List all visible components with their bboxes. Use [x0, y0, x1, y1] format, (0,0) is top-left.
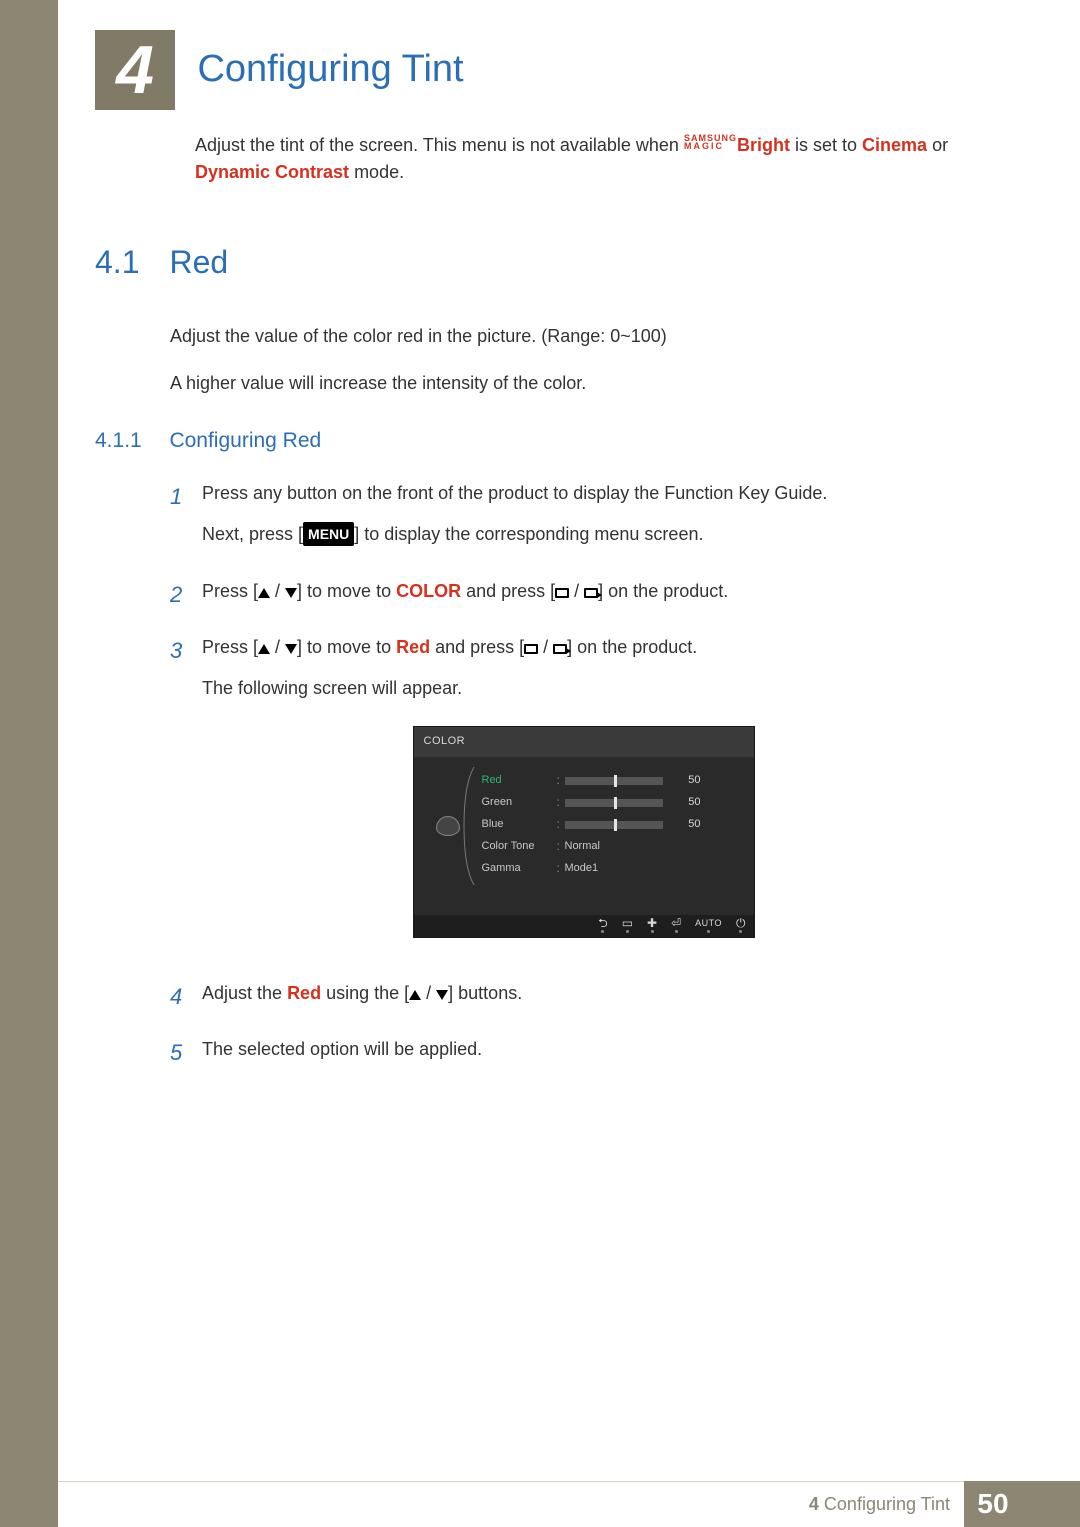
- osd-back-icon: ⮌: [598, 919, 608, 933]
- osd-power-icon: ⏻: [736, 919, 746, 933]
- page-footer: 4 Configuring Tint 50: [0, 1481, 1080, 1527]
- enter-icon: [553, 644, 567, 654]
- up-arrow-icon: [409, 990, 421, 1000]
- osd-enter-icon: ⏎: [671, 919, 681, 933]
- left-stripe: [0, 0, 58, 1490]
- osd-plus-icon: ✚: [647, 919, 657, 933]
- up-arrow-icon: [258, 588, 270, 598]
- step-3: 3 Press [ / ] to move to Red and press […: [170, 633, 965, 962]
- osd-value-gamma: Mode1: [565, 860, 599, 878]
- step-number: 1: [170, 479, 202, 561]
- osd-label-gamma: Gamma: [482, 860, 557, 878]
- osd-title: COLOR: [414, 727, 754, 757]
- source-icon: [524, 644, 538, 654]
- intro-text: Adjust the tint of the screen. This menu…: [195, 135, 684, 155]
- down-arrow-icon: [285, 644, 297, 654]
- osd-slider-green: [565, 799, 663, 807]
- osd-slider-red: [565, 777, 663, 785]
- step-number: 2: [170, 577, 202, 618]
- down-arrow-icon: [285, 588, 297, 598]
- body-p1: Adjust the value of the color red in the…: [170, 323, 965, 350]
- red-label: Red: [396, 637, 430, 657]
- osd-row-blue: Blue : 50: [482, 815, 740, 835]
- footer-right-stripe: [1022, 1481, 1080, 1527]
- step-4: 4 Adjust the Red using the [ / ] buttons…: [170, 979, 965, 1020]
- step-5-text: The selected option will be applied.: [202, 1035, 965, 1064]
- step-1-text-b: Next, press [MENU] to display the corres…: [202, 520, 965, 549]
- osd-footer: ⮌ ▭ ✚ ⏎ AUTO ⏻: [414, 915, 754, 937]
- footer-chapter: 4 Configuring Tint: [809, 1494, 950, 1515]
- step-2-text: Press [ / ] to move to COLOR and press […: [202, 577, 965, 606]
- source-icon: [555, 588, 569, 598]
- step-number: 5: [170, 1035, 202, 1076]
- cinema-label: Cinema: [862, 135, 927, 155]
- osd-value-red: 50: [673, 772, 701, 790]
- osd-screenshot: COLOR Red :: [414, 727, 754, 937]
- chapter-number-box: 4: [95, 30, 175, 110]
- up-arrow-icon: [258, 644, 270, 654]
- step-4-text: Adjust the Red using the [ / ] buttons.: [202, 979, 965, 1008]
- osd-row-gamma: Gamma : Mode1: [482, 859, 740, 879]
- color-label: COLOR: [396, 581, 461, 601]
- page-content: 4 Configuring Tint Adjust the tint of th…: [95, 30, 965, 1092]
- section-header: 4.1 Red: [95, 244, 965, 281]
- body-p2: A higher value will increase the intensi…: [170, 370, 965, 397]
- samsung-magic-label: SAMSUNG MAGIC: [684, 134, 737, 150]
- step-1: 1 Press any button on the front of the p…: [170, 479, 965, 561]
- osd-auto-icon: AUTO: [695, 919, 722, 933]
- subsection-number: 4.1.1: [95, 429, 165, 453]
- chapter-title: Configuring Tint: [197, 48, 463, 91]
- step-number: 3: [170, 633, 202, 962]
- down-arrow-icon: [436, 990, 448, 1000]
- osd-label-red: Red: [482, 772, 557, 790]
- palette-icon: [436, 816, 460, 836]
- osd-label-blue: Blue: [482, 816, 557, 834]
- chapter-intro: Adjust the tint of the screen. This menu…: [195, 132, 965, 186]
- osd-minus-icon: ▭: [622, 919, 633, 933]
- section-body: Adjust the value of the color red in the…: [170, 323, 965, 397]
- osd-label-green: Green: [482, 794, 557, 812]
- section-number: 4.1: [95, 244, 165, 281]
- osd-value-green: 50: [673, 794, 701, 812]
- osd-row-red: Red : 50: [482, 771, 740, 791]
- step-3-text-2: The following screen will appear.: [202, 674, 965, 703]
- dynamic-contrast-label: Dynamic Contrast: [195, 162, 349, 182]
- chapter-header: 4 Configuring Tint: [95, 30, 965, 110]
- step-2: 2 Press [ / ] to move to COLOR and press…: [170, 577, 965, 618]
- step-3-text: Press [ / ] to move to Red and press [ /…: [202, 633, 965, 662]
- step-number: 4: [170, 979, 202, 1020]
- red-label: Red: [287, 983, 321, 1003]
- subsection-title: Configuring Red: [169, 429, 321, 453]
- step-1-text-a: Press any button on the front of the pro…: [202, 479, 965, 508]
- steps-list: 1 Press any button on the front of the p…: [170, 479, 965, 1076]
- enter-icon: [584, 588, 598, 598]
- subsection-header: 4.1.1 Configuring Red: [95, 429, 965, 453]
- bright-label: Bright: [737, 135, 790, 155]
- page-number: 50: [964, 1481, 1022, 1527]
- osd-divider: [468, 771, 482, 881]
- osd-slider-blue: [565, 821, 663, 829]
- step-5: 5 The selected option will be applied.: [170, 1035, 965, 1076]
- osd-label-colortone: Color Tone: [482, 838, 557, 856]
- osd-value-blue: 50: [673, 816, 701, 834]
- osd-row-green: Green : 50: [482, 793, 740, 813]
- menu-key-icon: MENU: [303, 522, 354, 546]
- footer-left-stripe: [0, 1481, 58, 1527]
- osd-row-colortone: Color Tone : Normal: [482, 837, 740, 857]
- osd-value-colortone: Normal: [565, 838, 600, 856]
- section-title: Red: [169, 244, 228, 281]
